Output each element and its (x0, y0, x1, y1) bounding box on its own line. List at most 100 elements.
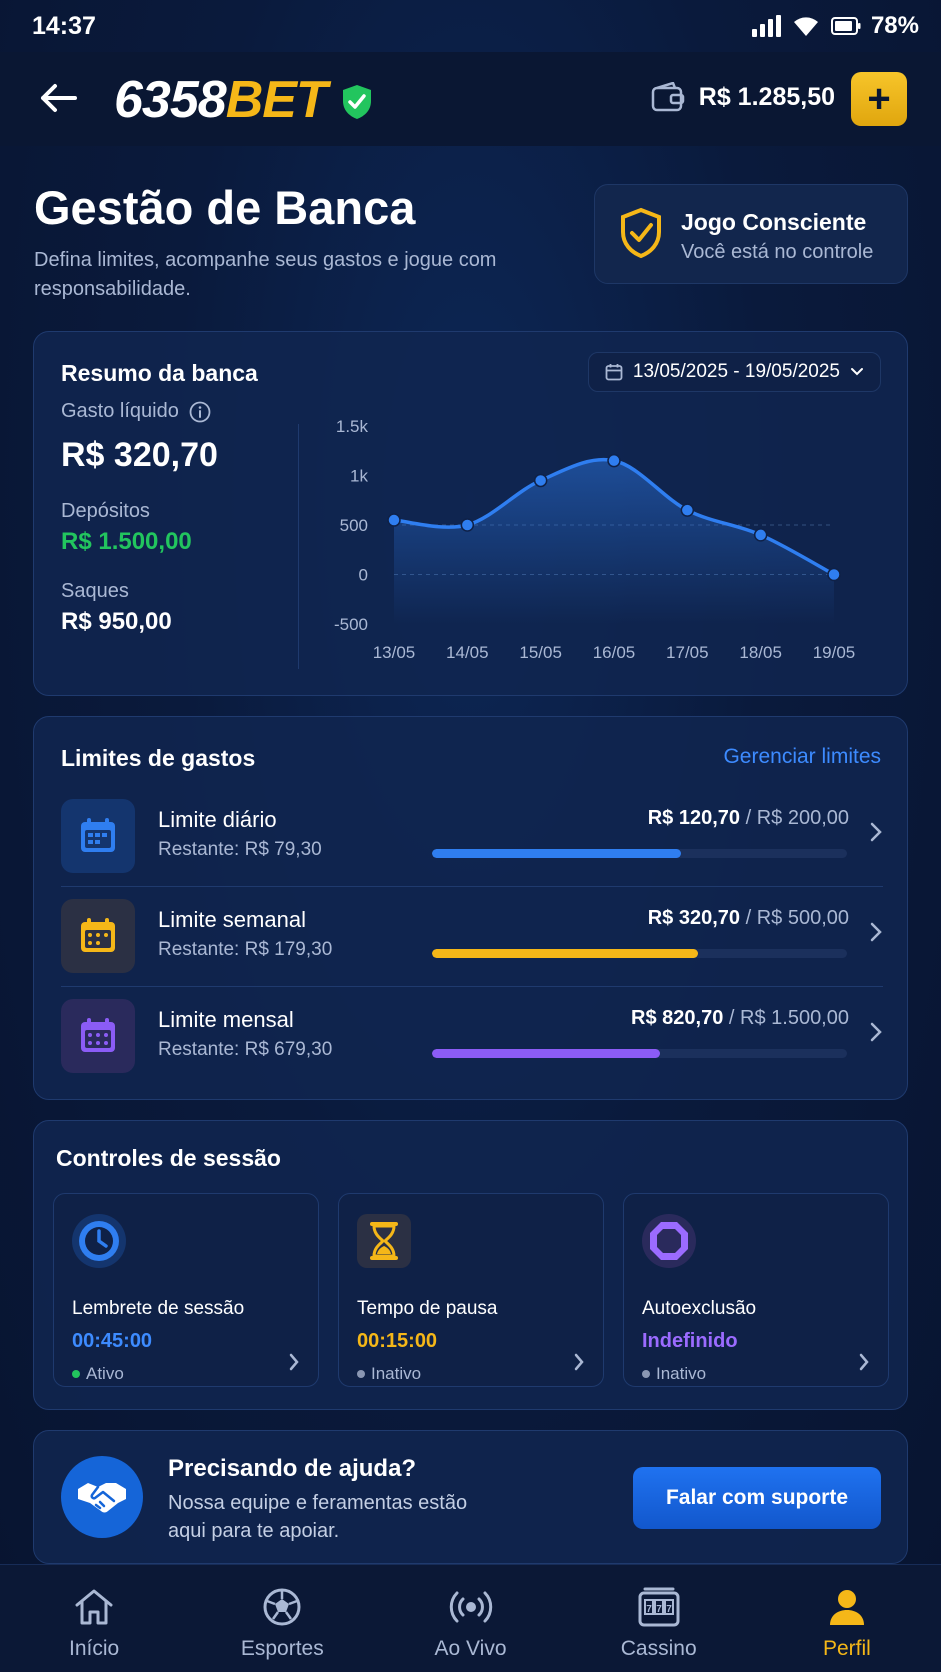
nav-label-sports: Esportes (240, 1637, 324, 1660)
status-dot (357, 1370, 365, 1378)
nav-item-sports[interactable]: Esportes (188, 1565, 376, 1672)
status-dot (642, 1370, 650, 1378)
session-reminder-card[interactable]: Lembrete de sessão 00:45:00 Ativo (53, 1193, 319, 1387)
session-reminder-status-text: Ativo (86, 1364, 124, 1383)
limit-name-weekly: Limite semanal (158, 907, 306, 932)
summary-title: Resumo da banca (61, 360, 258, 386)
limit-used-daily: R$ 120,70 (647, 807, 741, 829)
limit-total-weekly: / R$ 500,00 (740, 907, 849, 929)
limit-name-daily: Limite diário (158, 807, 277, 832)
sess-icon-bg-exclusion (642, 1214, 696, 1268)
chart-data-point (680, 503, 695, 517)
nav-label-profile: Perfil (822, 1637, 871, 1660)
limit-row-daily[interactable]: Limite diário Restante: R$ 79,30 R$ 120,… (34, 787, 909, 887)
help-text: Nossa equipe e feramentas estão aqui par… (168, 1492, 468, 1542)
self-exclusion-card[interactable]: Autoexclusão Indefinido Inativo (623, 1193, 889, 1387)
limit-remaining-weekly: Restante: R$ 179,30 (158, 939, 333, 960)
chevron-right-icon (870, 922, 882, 942)
manage-limits-link[interactable]: Gerenciar limites (723, 745, 881, 769)
x-tick-label: 13/05 (373, 643, 416, 662)
home-icon (75, 1589, 113, 1625)
limit-name-monthly: Limite mensal (158, 1007, 294, 1032)
self-exclusion-status-text: Inativo (656, 1364, 707, 1383)
status-icons: 78% (751, 12, 919, 40)
bankroll-summary-card: Resumo da banca 13/05/2025 - 19/05/2025 … (33, 331, 908, 696)
deposits-label: Depósitos (61, 500, 150, 522)
wallet-balance[interactable]: R$ 1.285,50 (651, 82, 835, 112)
nav-label-casino: Cassino (620, 1637, 697, 1660)
brand-logo: 6358 BET (114, 70, 373, 130)
status-time: 14:37 (32, 12, 96, 40)
battery-icon (830, 17, 861, 35)
spending-limits-card: Limites de gastos Gerenciar limites Limi… (33, 716, 908, 1100)
chevron-right-icon (289, 1353, 299, 1371)
limit-total-monthly: / R$ 1.500,00 (723, 1007, 849, 1029)
sess-icon-bg-reminder (72, 1214, 126, 1268)
limit-progress-fill-monthly (432, 1049, 661, 1058)
chart-data-point (387, 513, 401, 527)
balance-amount: R$ 1.285,50 (698, 82, 835, 111)
nav-item-profile[interactable]: Perfil (753, 1565, 941, 1672)
limit-used-weekly: R$ 320,70 (647, 907, 741, 929)
chart-data-point (753, 528, 768, 542)
session-controls-card: Controles de sessão Lembrete de sessão 0… (33, 1120, 908, 1410)
x-tick-label: 19/05 (813, 643, 856, 662)
limit-icon-bg-weekly (61, 899, 135, 973)
status-bar: 14:37 78% (0, 0, 941, 52)
contact-support-button[interactable]: Falar com suporte (633, 1467, 881, 1529)
app-header: 6358 BET R$ 1.285,50 + (0, 52, 941, 146)
handshake-icon (78, 1483, 126, 1513)
limit-progress-fill-weekly (432, 949, 698, 958)
info-icon[interactable] (189, 401, 211, 423)
chart-data-point (533, 473, 548, 488)
signal-icon (751, 15, 781, 37)
y-tick-label: 0 (359, 566, 368, 585)
x-tick-label: 16/05 (593, 643, 636, 662)
session-controls-title: Controles de sessão (56, 1145, 281, 1171)
y-tick-label: 500 (340, 516, 368, 535)
add-funds-button[interactable]: + (851, 72, 907, 126)
self-exclusion-status: Inativo (642, 1364, 706, 1384)
chevron-right-icon (870, 822, 882, 842)
limit-icon-bg-daily (61, 799, 135, 873)
x-tick-label: 15/05 (519, 643, 562, 662)
chevron-right-icon (870, 1022, 882, 1042)
x-tick-label: 17/05 (666, 643, 709, 662)
nav-item-home[interactable]: Início (0, 1565, 188, 1672)
limit-total-daily: / R$ 200,00 (740, 807, 849, 829)
limit-amount-daily: R$ 120,70 / R$ 200,00 (648, 807, 849, 830)
session-reminder-value: 00:45:00 (72, 1330, 153, 1352)
limit-row-weekly[interactable]: Limite semanal Restante: R$ 179,30 R$ 32… (34, 887, 909, 987)
net-spend-value: R$ 320,70 (61, 436, 218, 474)
limit-progress-daily (432, 849, 847, 858)
shield-check-icon (621, 207, 661, 259)
limit-progress-monthly (432, 1049, 847, 1058)
date-range-text: 13/05/2025 - 19/05/2025 (632, 361, 840, 382)
chart-area-fill (394, 459, 834, 624)
logo-bet: BET (225, 71, 328, 129)
calendar-day-icon (81, 818, 115, 852)
help-title: Precisando de ajuda? (168, 1455, 417, 1482)
responsible-gaming-card[interactable]: Jogo Consciente Você está no controle (594, 184, 908, 284)
calendar-month-icon (81, 1018, 115, 1052)
pause-time-card[interactable]: Tempo de pausa 00:15:00 Inativo (338, 1193, 604, 1387)
limit-row-monthly[interactable]: Limite mensal Restante: R$ 679,30 R$ 820… (34, 987, 909, 1087)
x-tick-label: 14/05 (446, 643, 489, 662)
limit-progress-weekly (432, 949, 847, 958)
limit-icon-bg-monthly (61, 999, 135, 1073)
chevron-right-icon (859, 1353, 869, 1371)
nav-item-casino[interactable]: 7 7 7 Cassino (565, 1565, 753, 1672)
live-broadcast-icon (449, 1591, 492, 1623)
chart-data-point (827, 567, 841, 582)
nav-label-live: Ao Vivo (434, 1637, 507, 1660)
limit-used-monthly: R$ 820,70 (631, 1007, 724, 1029)
soccer-ball-icon (263, 1588, 301, 1626)
nav-item-live[interactable]: Ao Vivo (376, 1565, 564, 1672)
hourglass-icon (370, 1222, 398, 1260)
bottom-nav: Início Esportes Ao Vivo 7 7 7 Cassino Pe… (0, 1564, 941, 1672)
pause-time-name: Tempo de pausa (357, 1298, 498, 1319)
spending-line-chart: 1.5k 1k 500 0 -500 13/05 14/05 15/05 16/05 17/05… (334, 417, 856, 662)
date-range-picker[interactable]: 13/05/2025 - 19/05/2025 (587, 352, 881, 392)
back-button[interactable] (36, 76, 80, 120)
pause-time-status: Inativo (357, 1364, 421, 1384)
